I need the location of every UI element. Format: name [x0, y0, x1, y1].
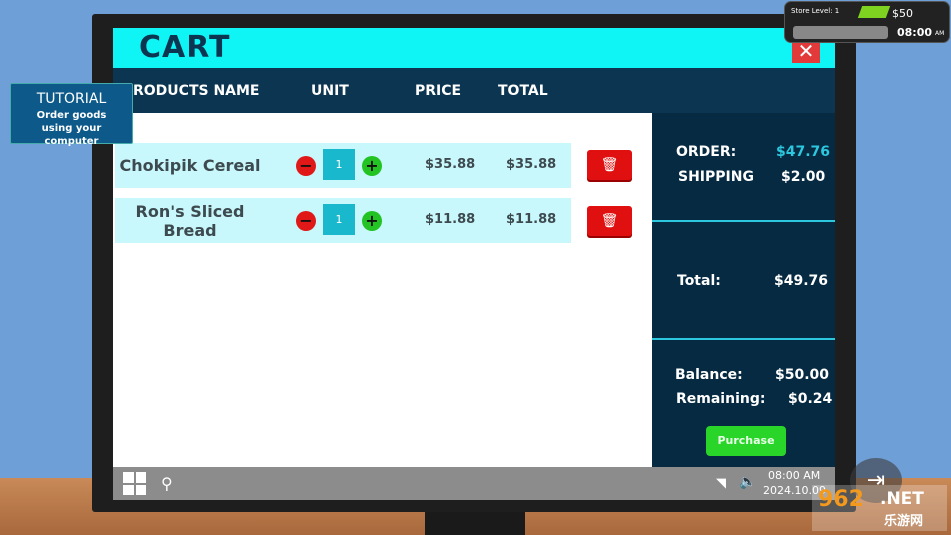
cart-header: RODUCTS NAME UNIT PRICE TOTAL [113, 68, 835, 113]
shipping-label: SHIPPING [678, 169, 754, 185]
delete-button[interactable]: 🗑 [587, 206, 632, 236]
cash-stack-icon [857, 6, 891, 18]
cart-row: Chokipik Cereal − 1 + $35.88 $35.88 [115, 143, 571, 188]
col-price: PRICE [415, 83, 462, 99]
divider [652, 338, 835, 340]
purchase-button[interactable]: Purchase [706, 426, 786, 456]
order-value: $47.76 [776, 144, 831, 160]
tutorial-text: Order goods using your computer [36, 110, 107, 147]
tutorial-title: TUTORIAL [36, 91, 107, 107]
wifi-icon: ◥ [716, 476, 726, 491]
tutorial-panel: TUTORIAL Order goods using your computer [10, 83, 133, 147]
divider [652, 220, 835, 222]
trash-icon: 🗑 [600, 157, 619, 173]
increase-button[interactable]: + [362, 156, 382, 176]
taskbar-time: 08:00 AM [768, 469, 821, 482]
product-name: Chokipik Cereal [119, 156, 261, 175]
cart-title-bar: CART ✕ [113, 28, 835, 68]
cart-row: Ron's Sliced Bread − 1 + $11.88 $11.88 [115, 198, 571, 243]
product-name: Ron's Sliced Bread [135, 202, 245, 240]
line-total: $11.88 [506, 212, 557, 227]
col-total: TOTAL [498, 83, 548, 99]
clock-ampm: AM [935, 30, 945, 37]
remaining-value: $0.24 [788, 391, 833, 407]
delete-button[interactable]: 🗑 [587, 150, 632, 180]
increase-button[interactable]: + [362, 211, 382, 231]
computer-screen: CART ✕ RODUCTS NAME UNIT PRICE TOTAL Cho… [113, 28, 835, 500]
shipping-value: $2.00 [781, 169, 826, 185]
unit-price: $11.88 [425, 212, 476, 227]
level-progress-bar [793, 26, 888, 39]
total-label: Total: [677, 273, 721, 289]
start-menu-icon[interactable] [123, 472, 146, 495]
col-unit: UNIT [311, 83, 349, 99]
quantity-field[interactable]: 1 [323, 204, 355, 235]
store-hud: Store Level: 1 $50 08:00 AM [784, 1, 950, 43]
unit-price: $35.88 [425, 157, 476, 172]
remaining-label: Remaining: [676, 391, 766, 407]
decrease-button[interactable]: − [296, 156, 316, 176]
quantity-field[interactable]: 1 [323, 149, 355, 180]
cart-title: CART [139, 30, 231, 65]
trash-icon: 🗑 [600, 213, 619, 229]
balance-label: Balance: [675, 367, 743, 383]
decrease-button[interactable]: − [296, 211, 316, 231]
taskbar: ⚲ ◥ 🔈 08:00 AM 2024.10.09 [113, 467, 835, 500]
search-icon[interactable]: ⚲ [161, 474, 173, 493]
watermark-logo: 962 .NET 乐游网 [812, 485, 947, 531]
store-level: Store Level: 1 [791, 7, 840, 15]
order-summary: ORDER: $47.76 SHIPPING $2.00 Total: $49.… [652, 113, 835, 467]
money-value: $50 [892, 7, 913, 20]
clock-time: 08:00 [897, 26, 933, 39]
line-total: $35.88 [506, 157, 557, 172]
volume-icon: 🔈 [739, 474, 757, 490]
total-value: $49.76 [774, 273, 829, 289]
order-label: ORDER: [676, 144, 737, 160]
balance-value: $50.00 [775, 367, 830, 383]
col-products: RODUCTS NAME [133, 83, 260, 99]
